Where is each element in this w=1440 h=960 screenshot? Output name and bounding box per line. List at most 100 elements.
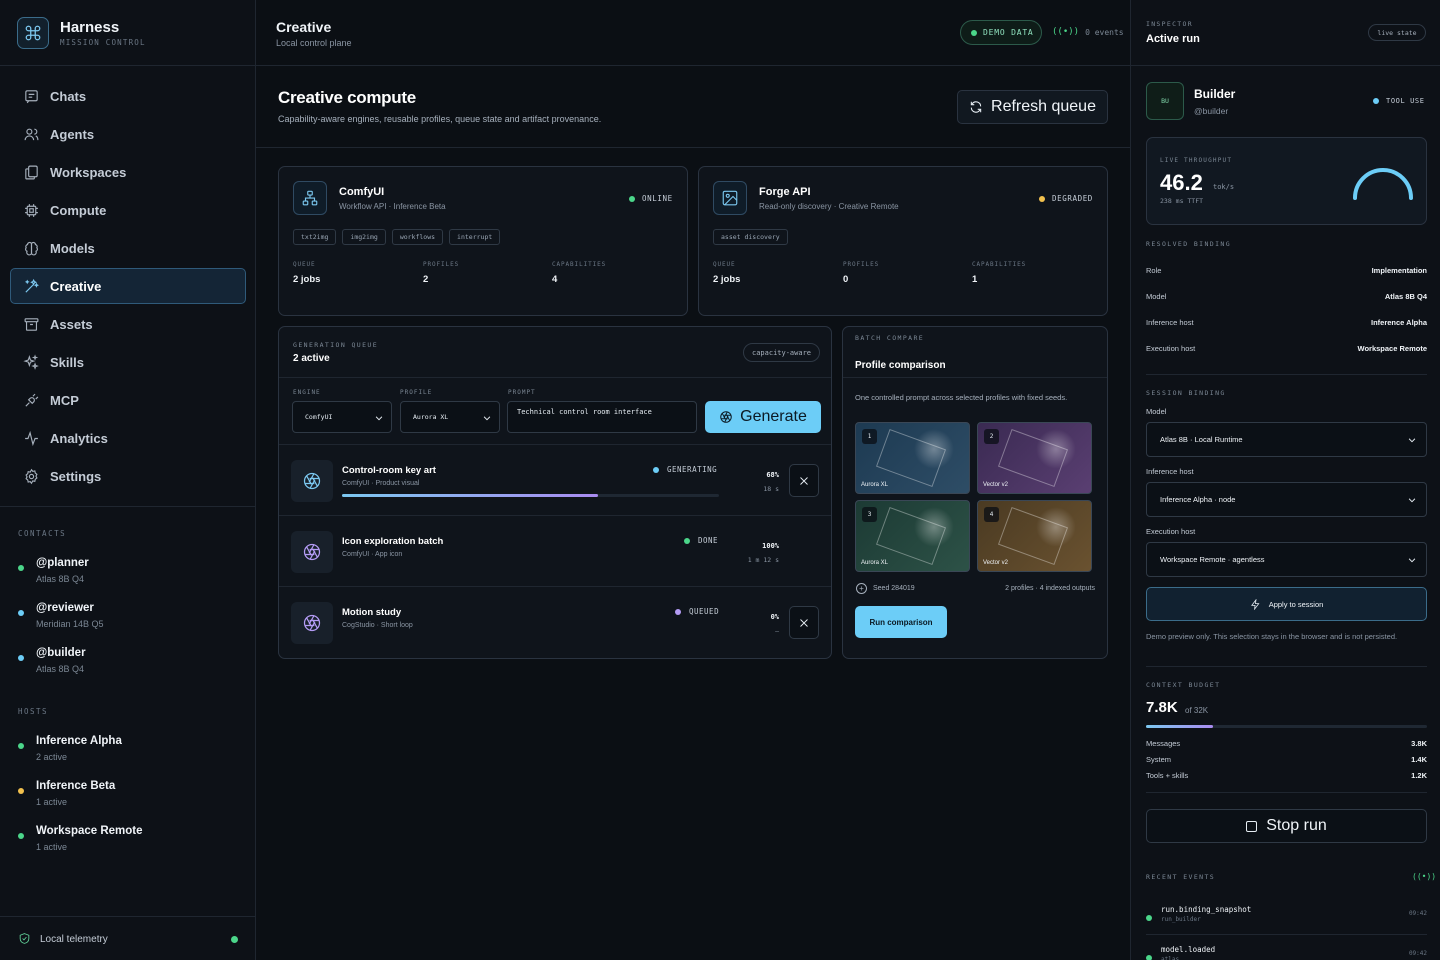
broadcast-icon: ((•)) xyxy=(1052,27,1080,37)
binding-key: Role xyxy=(1146,266,1162,275)
job-status: DONE xyxy=(684,536,718,545)
nav-item-models[interactable]: Models xyxy=(10,230,246,266)
nav-label: Compute xyxy=(50,202,107,218)
generate-button[interactable]: Generate xyxy=(705,401,821,433)
job-status: QUEUED xyxy=(675,607,719,616)
nav-item-assets[interactable]: Assets xyxy=(10,306,246,342)
comparison-output-tile[interactable]: 2 Vector v2 xyxy=(977,422,1092,494)
cancel-job-button[interactable] xyxy=(789,464,819,497)
nav-item-mcp[interactable]: MCP xyxy=(10,382,246,418)
image-icon xyxy=(713,181,747,215)
contact-planner[interactable]: @planner Atlas 8B Q4 xyxy=(18,557,238,597)
host-inference-alpha[interactable]: Inference Alpha 2 active xyxy=(18,735,238,775)
budget-key: System xyxy=(1146,755,1172,764)
generate-label: Generate xyxy=(740,408,807,425)
job-elapsed: 18 s xyxy=(763,485,779,493)
job-progress-fill xyxy=(342,494,599,497)
nav-item-creative[interactable]: Creative xyxy=(10,268,246,304)
queue-job-row[interactable]: Icon exploration batch ComfyUI · App ico… xyxy=(279,515,831,586)
refresh-queue-button[interactable]: Refresh queue xyxy=(957,90,1108,124)
stat-value: 4 xyxy=(552,274,558,285)
command-icon[interactable] xyxy=(17,17,49,49)
host-inference-beta[interactable]: Inference Beta 1 active xyxy=(18,780,238,820)
nav-label: Workspaces xyxy=(50,164,127,180)
host-name: Inference Beta xyxy=(36,780,116,792)
execution-host-select[interactable]: Workspace Remote · agentless xyxy=(1146,542,1427,577)
chevron-down-icon xyxy=(1408,558,1416,563)
engine-select-value: ComfyUI xyxy=(305,413,333,421)
nav-item-analytics[interactable]: Analytics xyxy=(10,420,246,456)
engine-status-label: ONLINE xyxy=(642,194,673,203)
prompt-input[interactable]: Technical control room interface xyxy=(507,401,697,433)
throughput-card: LIVE THROUGHPUT 46.2 tok/s 238 ms TTFT xyxy=(1146,137,1427,225)
capability-tag: img2img xyxy=(342,229,386,245)
engine-card-forge-api[interactable]: Forge API Read-only discovery · Creative… xyxy=(698,166,1108,316)
telemetry-footer[interactable]: Local telemetry xyxy=(0,916,256,960)
binding-value: Inference Alpha xyxy=(1371,318,1427,327)
nav-item-settings[interactable]: Settings xyxy=(10,458,246,494)
event-time: 09:42 xyxy=(1408,950,1427,957)
stat-value: 2 jobs xyxy=(713,274,741,285)
cancel-job-button[interactable] xyxy=(789,606,819,639)
engine-stat-profiles: PROFILES 2 xyxy=(423,261,459,285)
contact-reviewer[interactable]: @reviewer Meridian 14B Q5 xyxy=(18,602,238,642)
engine-stat-queue: QUEUE 2 jobs xyxy=(293,261,320,285)
run-comparison-button[interactable]: Run comparison xyxy=(855,606,947,638)
host-name: Workspace Remote xyxy=(36,825,143,837)
contact-model: Atlas 8B Q4 xyxy=(36,664,85,674)
nav-item-chats[interactable]: Chats xyxy=(10,78,246,114)
job-subtitle: ComfyUI · Product visual xyxy=(342,480,420,487)
nav-label: Agents xyxy=(50,126,95,142)
nav-item-skills[interactable]: Skills xyxy=(10,344,246,380)
workspaces-icon xyxy=(25,165,38,179)
binding-key: Inference host xyxy=(1146,318,1194,327)
events-indicator[interactable]: ((•)) 0 events xyxy=(1052,27,1124,37)
engine-card-comfyui[interactable]: ComfyUI Workflow API · Inference Beta ON… xyxy=(278,166,688,316)
host-workspace-remote[interactable]: Workspace Remote 1 active xyxy=(18,825,238,865)
context-budget-label: CONTEXT BUDGET xyxy=(1146,681,1221,689)
engine-stat-capabilities: CAPABILITIES 4 xyxy=(552,261,606,285)
job-name: Icon exploration batch xyxy=(342,536,444,547)
tile-profile-label: Vector v2 xyxy=(983,482,1009,488)
job-name: Control-room key art xyxy=(342,465,436,476)
nav-item-compute[interactable]: Compute xyxy=(10,192,246,228)
preview-glow xyxy=(1036,429,1076,469)
queue-job-row[interactable]: Motion study CogStudio · Short loop QUEU… xyxy=(279,586,831,657)
comparison-output-tile[interactable]: 3 Aurora XL xyxy=(855,500,970,572)
nav-item-agents[interactable]: Agents xyxy=(10,116,246,152)
model-select[interactable]: Atlas 8B · Local Runtime xyxy=(1146,422,1427,457)
engine-stat-queue: QUEUE 2 jobs xyxy=(713,261,740,285)
ttft-value: 238 ms TTFT xyxy=(1160,197,1204,205)
nav-label: Skills xyxy=(50,354,84,370)
compare-divider xyxy=(843,377,1107,378)
main-nav: Chats Agents Workspaces Compute Models C… xyxy=(10,78,246,496)
users-icon xyxy=(24,128,39,140)
tile-number: 2 xyxy=(984,429,999,444)
engine-select[interactable]: ComfyUI xyxy=(292,401,392,433)
nav-item-workspaces[interactable]: Workspaces xyxy=(10,154,246,190)
profile-select[interactable]: Aurora XL xyxy=(400,401,500,433)
capability-tag: workflows xyxy=(391,229,444,245)
stat-label: CAPABILITIES xyxy=(972,261,1027,268)
stat-value: 0 xyxy=(843,274,849,285)
brand-name: Harness xyxy=(60,19,120,36)
nav-label: MCP xyxy=(50,392,79,408)
model-select-value: Atlas 8B · Local Runtime xyxy=(1160,435,1243,444)
apply-to-session-button[interactable]: Apply to session xyxy=(1146,587,1427,621)
tile-number: 4 xyxy=(984,507,999,522)
budget-value: 3.8K xyxy=(1411,739,1427,748)
page-header: Creative compute Capability-aware engine… xyxy=(256,66,1130,148)
event-row[interactable]: run.binding_snapshot run_builder 09:42 xyxy=(1146,905,1427,943)
throughput-gauge xyxy=(1353,168,1413,200)
capability-tag: asset discovery xyxy=(713,229,788,245)
execution-host-select-value: Workspace Remote · agentless xyxy=(1160,555,1265,564)
queue-job-row[interactable]: Control-room key art ComfyUI · Product v… xyxy=(279,444,831,515)
comparison-output-tile[interactable]: 4 Vector v2 xyxy=(977,500,1092,572)
status-dot xyxy=(18,743,24,749)
event-row[interactable]: model.loaded atlas 09:42 xyxy=(1146,945,1427,960)
demo-preview-note: Demo preview only. This selection stays … xyxy=(1146,632,1398,641)
stop-run-button[interactable]: Stop run xyxy=(1146,809,1427,843)
comparison-output-tile[interactable]: 1 Aurora XL xyxy=(855,422,970,494)
contact-builder[interactable]: @builder Atlas 8B Q4 xyxy=(18,647,238,687)
inference-host-select[interactable]: Inference Alpha · node xyxy=(1146,482,1427,517)
